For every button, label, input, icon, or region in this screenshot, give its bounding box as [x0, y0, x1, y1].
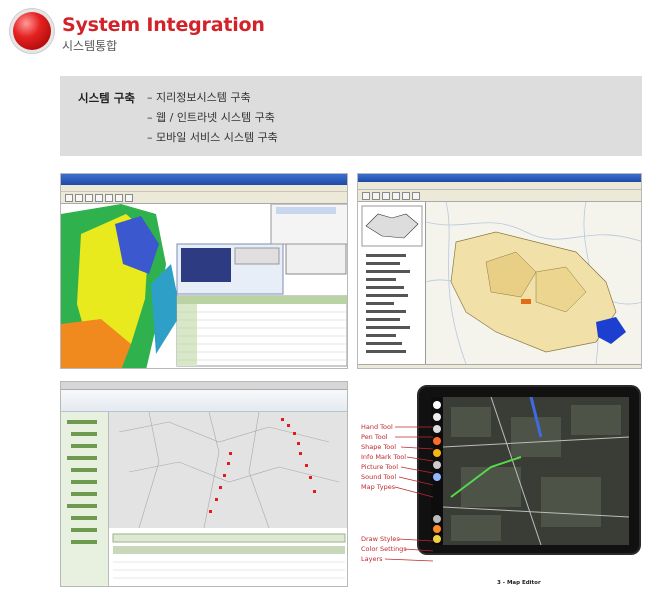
site-sidebar	[61, 412, 109, 586]
tool-icon	[105, 194, 113, 202]
window-titlebar	[61, 174, 347, 185]
info-item: – 웹 / 인트라넷 시스템 구축	[147, 111, 275, 124]
figure-caption: 3 - Map Editor	[497, 580, 541, 586]
layer-panel-graphic	[361, 205, 423, 353]
page-title: System Integration	[62, 14, 265, 36]
menu-bar	[61, 185, 347, 192]
tool-icon	[95, 194, 103, 202]
label-draw-styles: Draw Styles	[361, 535, 400, 543]
status-bar	[358, 364, 641, 368]
toolbar	[358, 190, 641, 202]
label-shape-tool: Shape Tool	[361, 443, 397, 451]
web-gis-screenshot	[60, 381, 348, 587]
tool-icon	[412, 192, 420, 200]
tool-icon	[372, 192, 380, 200]
map-graphic	[109, 411, 347, 529]
tool-icon	[382, 192, 390, 200]
info-box: 시스템 구축 – 지리정보시스템 구축 – 웹 / 인트라넷 시스템 구축 – …	[60, 76, 642, 156]
tool-icon	[125, 194, 133, 202]
info-label: 시스템 구축	[78, 91, 135, 105]
tool-icon	[65, 194, 73, 202]
label-map-types: Map Types	[361, 483, 396, 491]
label-picture-tool: Picture Tool	[361, 463, 399, 471]
browser-bar	[61, 382, 347, 390]
page: System Integration 시스템통합 시스템 구축 – 지리정보시스…	[0, 0, 648, 613]
callout-lines	[384, 426, 434, 562]
label-hand-tool: Hand Tool	[361, 423, 393, 431]
gis-app-screenshot	[60, 173, 348, 369]
district-map-screenshot	[357, 173, 642, 369]
info-item: – 지리정보시스템 구축	[147, 91, 251, 104]
tool-icon	[402, 192, 410, 200]
tool-icon	[362, 192, 370, 200]
menu-bar	[358, 182, 641, 190]
map-editor-figure: Hand Tool Pen Tool Shape Tool Info Mark …	[357, 381, 642, 593]
map-graphic	[425, 201, 641, 365]
map-graphic	[61, 203, 347, 368]
label-info-mark-tool: Info Mark Tool	[361, 453, 407, 461]
tool-icon	[75, 194, 83, 202]
info-item: – 모바일 서비스 시스템 구축	[147, 131, 278, 144]
map-view	[61, 203, 347, 368]
toolbar	[61, 192, 347, 204]
red-orb-icon	[13, 12, 51, 50]
info-list: – 지리정보시스템 구축 – 웹 / 인트라넷 시스템 구축 – 모바일 서비스…	[147, 89, 278, 149]
tool-icon	[115, 194, 123, 202]
window-titlebar	[358, 174, 641, 182]
layer-panel	[358, 202, 426, 364]
label-color-settings: Color Settings	[361, 545, 407, 553]
tool-icon	[85, 194, 93, 202]
result-table	[109, 528, 347, 586]
map-view	[425, 201, 641, 365]
label-sound-tool: Sound Tool	[361, 473, 397, 481]
map-view	[109, 411, 347, 529]
sidebar-graphic	[67, 420, 97, 544]
site-header	[61, 390, 347, 412]
label-pen-tool: Pen Tool	[361, 433, 388, 441]
page-subtitle: 시스템통합	[62, 39, 118, 53]
table-graphic	[112, 533, 346, 579]
tool-icon	[392, 192, 400, 200]
label-layers: Layers	[361, 555, 383, 563]
